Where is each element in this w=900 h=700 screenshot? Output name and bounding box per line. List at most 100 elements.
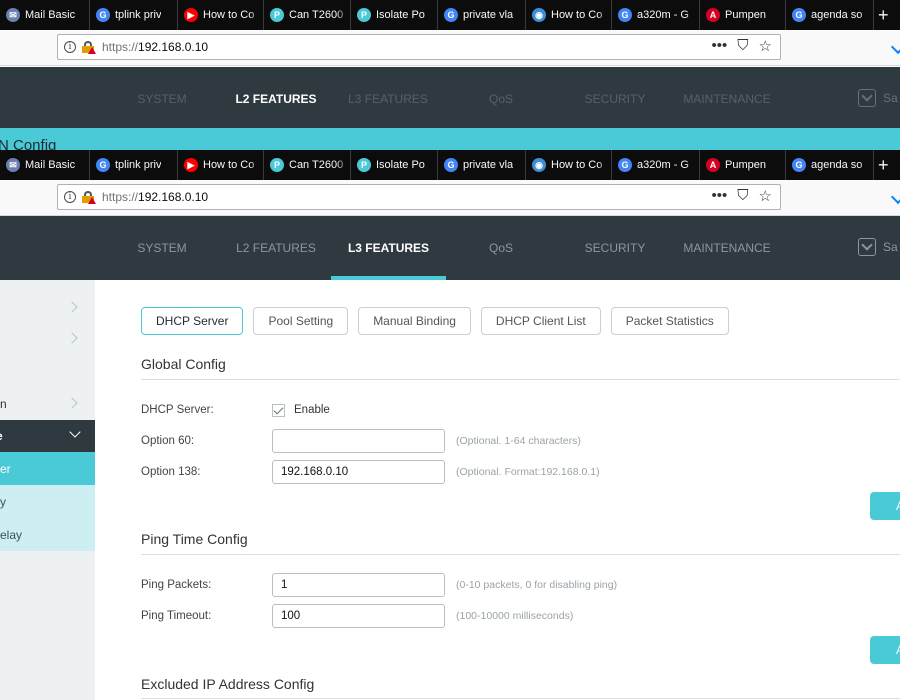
sidebar-item-label: e [0,429,3,443]
sidebar-item-4[interactable]: n [0,388,95,420]
nav-qos[interactable]: QoS [481,216,521,280]
screenshot: ✉ Mail Basic Gtplink priv ▶ How to Co P Can T2… [0,0,900,700]
browser-tab[interactable]: ▶ How to Co [178,0,264,30]
overflow-chevron-icon[interactable] [890,39,900,55]
browser-tab[interactable]: Gagenda so [786,0,874,30]
nav-system[interactable]: SYSTEM [132,67,192,131]
browser-tab-title: private vla [463,159,514,171]
save-label: Sa [883,240,898,254]
browser-tab-title: How to Co [203,159,255,171]
ping-packets-input[interactable] [272,573,445,597]
browser-tab[interactable]: A Pumpen [700,150,786,180]
ping-timeout-hint: (100-10000 milliseconds) [456,610,574,622]
insecure-lock-icon[interactable] [82,41,96,54]
nav-maintenance[interactable]: MAINTENANCE [677,216,777,280]
tab-dhcp-client-list[interactable]: DHCP Client List [480,307,601,335]
browser-tab[interactable]: P Isolate Po [351,150,438,180]
browser-tab-title: Pumpen [725,9,766,21]
page-actions-menu-icon[interactable]: ••• [712,187,728,205]
save-button[interactable]: Sa [858,89,898,107]
sidebar-item-3[interactable] [0,355,95,387]
option-138-label: Option 138: [141,466,201,478]
nav-l3-features[interactable]: L3 FEATURES [331,216,446,280]
new-tab-icon[interactable]: + [874,150,894,180]
browser-tab[interactable]: ▶ How to Co [178,150,264,180]
info-icon[interactable]: i [64,41,76,53]
pdf-icon: A [706,8,720,22]
url-field-front[interactable]: i https://192.168.0.10 ••• ⛉ ☆ [57,184,781,210]
nav-system[interactable]: SYSTEM [132,216,192,280]
bookmark-star-icon[interactable]: ☆ [759,187,772,205]
tplink-icon: P [357,158,371,172]
sidebar-item-1[interactable] [0,292,95,324]
sidebar-item-2[interactable] [0,323,95,355]
browser-tab[interactable]: P Can T2600 [264,150,351,180]
tab-dhcp-server[interactable]: DHCP Server [141,307,244,335]
nav-l3-label: L3 FEATURES [347,241,430,255]
sidebar-sub-l2-relay[interactable]: elay [0,518,95,551]
ping-timeout-input[interactable] [272,604,445,628]
browser-tab[interactable]: Gprivate vla [438,0,526,30]
ping-packets-hint: (0-10 packets, 0 for disabling ping) [456,579,618,591]
browser-tab[interactable]: P Can T2600 [264,0,351,30]
browser-tab[interactable]: Gtplink priv [90,0,178,30]
browser-tab[interactable]: P Isolate Po [351,0,438,30]
browser-tab[interactable]: ◉ How to Co [526,0,612,30]
sidebar-sub-dhcp-relay[interactable]: y [0,485,95,518]
browser-tab-title: tplink priv [115,159,162,171]
tab-pool-setting[interactable]: Pool Setting [253,307,349,335]
url-field[interactable]: i https://192.168.0.10 ••• ⛉ ☆ [57,34,781,60]
sidebar-item-dhcp-service[interactable]: e [0,420,95,452]
nav-l2-features[interactable]: L2 FEATURES [226,216,326,280]
pocket-icon[interactable]: ⛉ [737,187,748,205]
google-icon: G [444,8,458,22]
option-60-hint: (Optional. 1-64 characters) [456,435,581,447]
nav-security[interactable]: SECURITY [575,67,655,131]
sidebar: n e er y elay [0,280,95,700]
sidebar-sub-label: y [0,495,6,509]
browser-tab[interactable]: Gprivate vla [438,150,526,180]
nav-security[interactable]: SECURITY [575,216,655,280]
option-138-input[interactable] [272,460,445,484]
nav-maintenance[interactable]: MAINTENANCE [677,67,777,131]
browser-url-bar-front: i https://192.168.0.10 ••• ⛉ ☆ [0,180,900,216]
browser-tab-title: Mail Basic [25,9,76,21]
enable-checkbox[interactable] [272,404,285,417]
info-icon[interactable]: i [64,191,76,203]
browser-tab[interactable]: ✉ Mail Basic [0,0,90,30]
browser-tab-title: Can T2600 [289,9,344,21]
section-divider [141,379,900,380]
url-text[interactable]: https://192.168.0.10 [102,40,208,54]
tab-manual-binding[interactable]: Manual Binding [358,307,471,335]
tab-packet-statistics[interactable]: Packet Statistics [610,307,729,335]
google-icon: G [792,158,806,172]
url-text[interactable]: https://192.168.0.10 [102,190,208,204]
browser-tab[interactable]: ✉ Mail Basic [0,150,90,180]
browser-tab[interactable]: A Pumpen [700,0,786,30]
nav-qos[interactable]: QoS [481,67,521,131]
new-tab-icon[interactable]: + [874,0,894,30]
browser-tab[interactable]: ◉ How to Co [526,150,612,180]
browser-tab-title: agenda so [811,9,863,21]
apply-button-ping[interactable]: A [870,636,900,664]
browser-tab-title: How to Co [551,159,603,171]
save-button[interactable]: Sa [858,238,898,256]
page-header-strip: AN Config [0,128,900,154]
browser-tab[interactable]: Ga320m - G [612,150,700,180]
insecure-lock-icon[interactable] [82,191,96,204]
nav-l2-features[interactable]: L2 FEATURES [226,67,326,131]
ping-time-config-title: Ping Time Config [141,531,248,547]
sidebar-sub-dhcp-server[interactable]: er [0,452,95,485]
page-actions-menu-icon[interactable]: ••• [712,37,728,55]
nav-l3-features[interactable]: L3 FEATURES [338,67,438,131]
browser-tab-title: tplink priv [115,9,162,21]
bookmark-star-icon[interactable]: ☆ [759,37,772,55]
option-60-input[interactable] [272,429,445,453]
apply-button-global[interactable]: A [870,492,900,520]
browser-tab[interactable]: Gagenda so [786,150,874,180]
browser-tab[interactable]: Gtplink priv [90,150,178,180]
pocket-icon[interactable]: ⛉ [737,37,748,55]
overflow-chevron-icon[interactable] [890,189,900,205]
google-icon: G [792,8,806,22]
browser-tab[interactable]: Ga320m - G [612,0,700,30]
